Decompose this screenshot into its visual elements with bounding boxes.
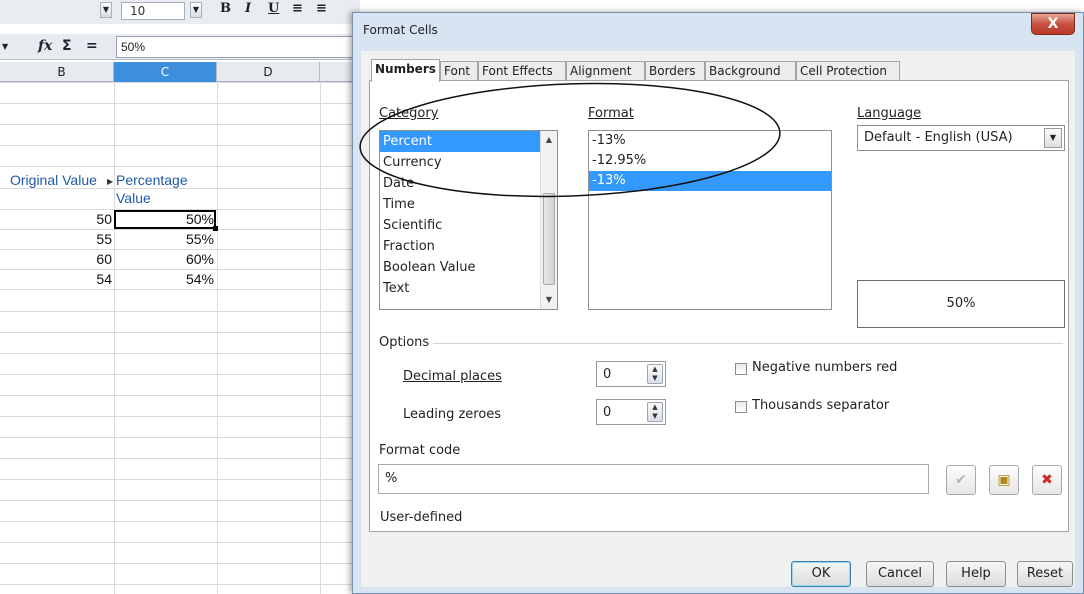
column-header-c[interactable]: C — [114, 62, 217, 82]
cell-b-row4[interactable]: 54 — [10, 269, 112, 289]
column-header-d[interactable]: D — [217, 62, 320, 82]
format-item-selected[interactable]: -13% — [589, 171, 831, 191]
decimal-places-stepper[interactable]: 0 ▲ ▼ — [596, 361, 666, 387]
name-box-dropdown-arrow-icon[interactable]: ▼ — [2, 41, 12, 53]
format-label: Format — [588, 106, 634, 121]
language-value: Default - English (USA) — [864, 130, 1013, 145]
formula-bar: ▼ fx Σ = 50% — [0, 34, 360, 60]
format-preview: 50% — [857, 280, 1065, 328]
cell-grid[interactable]: Original Value ▶ Percentage Value 50 50%… — [0, 82, 360, 594]
tab-font-effects[interactable]: Font Effects — [478, 61, 566, 81]
tab-borders[interactable]: Borders — [645, 61, 705, 81]
column-header-b[interactable]: B — [10, 62, 114, 82]
leading-zeroes-value: 0 — [603, 405, 612, 420]
tab-alignment[interactable]: Alignment — [566, 61, 645, 81]
cell-b-header[interactable]: Original Value — [10, 170, 114, 190]
edit-comment-icon[interactable]: ▣ — [989, 465, 1019, 495]
cell-c-header-line1[interactable]: Percentage — [116, 170, 188, 190]
dialog-title: Format Cells — [363, 23, 438, 37]
cell-b-row3[interactable]: 60 — [10, 249, 112, 269]
format-list[interactable]: -13% -12.95% -13% — [588, 130, 832, 310]
format-item[interactable]: -12.95% — [589, 151, 831, 171]
ok-button[interactable]: OK — [791, 561, 851, 587]
decimal-places-value: 0 — [603, 367, 612, 382]
cancel-button[interactable]: Cancel — [866, 561, 934, 587]
equals-icon[interactable]: = — [86, 38, 98, 54]
sum-icon[interactable]: Σ — [62, 38, 72, 54]
scrollbar-thumb[interactable] — [543, 193, 555, 285]
font-size-dropdown-arrow-icon[interactable]: ▼ — [190, 2, 202, 18]
overflow-arrow-icon: ▶ — [107, 177, 114, 186]
category-item-fraction[interactable]: Fraction — [380, 236, 557, 257]
category-item-boolean-value[interactable]: Boolean Value — [380, 257, 557, 278]
italic-icon[interactable]: I — [245, 1, 251, 16]
category-item-percent[interactable]: Percent — [380, 131, 557, 152]
tab-background[interactable]: Background — [705, 61, 796, 81]
active-cell-cursor — [114, 210, 216, 229]
decimal-places-label: Decimal places — [403, 369, 502, 384]
reset-button[interactable]: Reset — [1017, 561, 1073, 587]
category-item-date[interactable]: Date — [380, 173, 557, 194]
category-item-currency[interactable]: Currency — [380, 152, 557, 173]
help-button[interactable]: Help — [946, 561, 1006, 587]
thousands-separator-label[interactable]: Thousands separator — [752, 398, 889, 413]
format-item[interactable]: -13% — [589, 131, 831, 151]
tab-font[interactable]: Font — [440, 61, 478, 81]
font-size-field[interactable]: 10 — [121, 2, 185, 20]
close-button[interactable]: X — [1031, 13, 1075, 35]
align-left-icon[interactable]: ≡ — [292, 1, 303, 16]
format-code-label: Format code — [379, 443, 461, 458]
function-wizard-icon[interactable]: fx — [38, 38, 52, 54]
scroll-down-arrow-icon[interactable]: ▼ — [541, 292, 557, 308]
options-divider — [433, 343, 1063, 344]
cell-c-row3[interactable]: 60% — [114, 249, 214, 269]
underline-icon[interactable]: U — [268, 1, 279, 16]
spin-arrows-icon[interactable]: ▲ ▼ — [647, 364, 663, 384]
format-code-input[interactable]: % — [378, 464, 929, 494]
category-list[interactable]: Percent Currency Date Time Scientific Fr… — [379, 130, 558, 310]
negative-numbers-red-label[interactable]: Negative numbers red — [752, 360, 897, 375]
format-code-status: User-defined — [380, 510, 463, 525]
negative-numbers-red-checkbox[interactable] — [735, 363, 747, 375]
category-item-text[interactable]: Text — [380, 278, 557, 299]
language-label: Language — [857, 106, 922, 121]
leading-zeroes-label: Leading zeroes — [403, 407, 502, 422]
fill-handle[interactable] — [213, 226, 218, 231]
cell-c-row2[interactable]: 55% — [114, 229, 214, 249]
format-cells-dialog: Format Cells X Numbers Font Font Effects… — [352, 12, 1084, 594]
formula-input[interactable]: 50% — [116, 36, 360, 58]
dialog-body: Numbers Font Font Effects Alignment Bord… — [361, 51, 1075, 587]
language-select[interactable]: Default - English (USA) ▼ — [857, 125, 1065, 151]
spreadsheet-area: ▼ 10 ▼ B I U ≡ ≡ ▼ fx Σ = 50% B C D Orig… — [0, 0, 360, 594]
accept-icon[interactable]: ✔ — [946, 465, 976, 495]
category-label: Category — [379, 106, 439, 121]
leading-zeroes-stepper[interactable]: 0 ▲ ▼ — [596, 399, 666, 425]
options-heading: Options — [379, 335, 430, 350]
cell-b-row2[interactable]: 55 — [10, 229, 112, 249]
category-item-time[interactable]: Time — [380, 194, 557, 215]
thousands-separator-checkbox[interactable] — [735, 401, 747, 413]
formatting-toolbar: ▼ 10 ▼ B I U ≡ ≡ — [0, 0, 360, 24]
tab-cell-protection[interactable]: Cell Protection — [796, 61, 900, 81]
category-item-scientific[interactable]: Scientific — [380, 215, 557, 236]
cell-c-row4[interactable]: 54% — [114, 269, 214, 289]
delete-icon[interactable]: ✖ — [1032, 465, 1062, 495]
spin-arrows-icon[interactable]: ▲ ▼ — [647, 402, 663, 422]
scroll-up-arrow-icon[interactable]: ▲ — [541, 132, 557, 148]
column-headers: B C D — [0, 62, 360, 82]
cell-c-header-line2: Value — [116, 190, 151, 206]
tab-numbers[interactable]: Numbers — [371, 59, 440, 82]
category-scrollbar[interactable]: ▲ ▼ — [540, 131, 557, 309]
bold-icon[interactable]: B — [220, 1, 231, 16]
cell-b-row1[interactable]: 50 — [10, 209, 112, 229]
dialog-title-bar[interactable]: Format Cells X — [353, 13, 1083, 49]
font-name-dropdown-arrow-icon[interactable]: ▼ — [100, 2, 112, 18]
dropdown-arrow-icon[interactable]: ▼ — [1044, 128, 1062, 148]
align-center-icon[interactable]: ≡ — [316, 1, 327, 16]
